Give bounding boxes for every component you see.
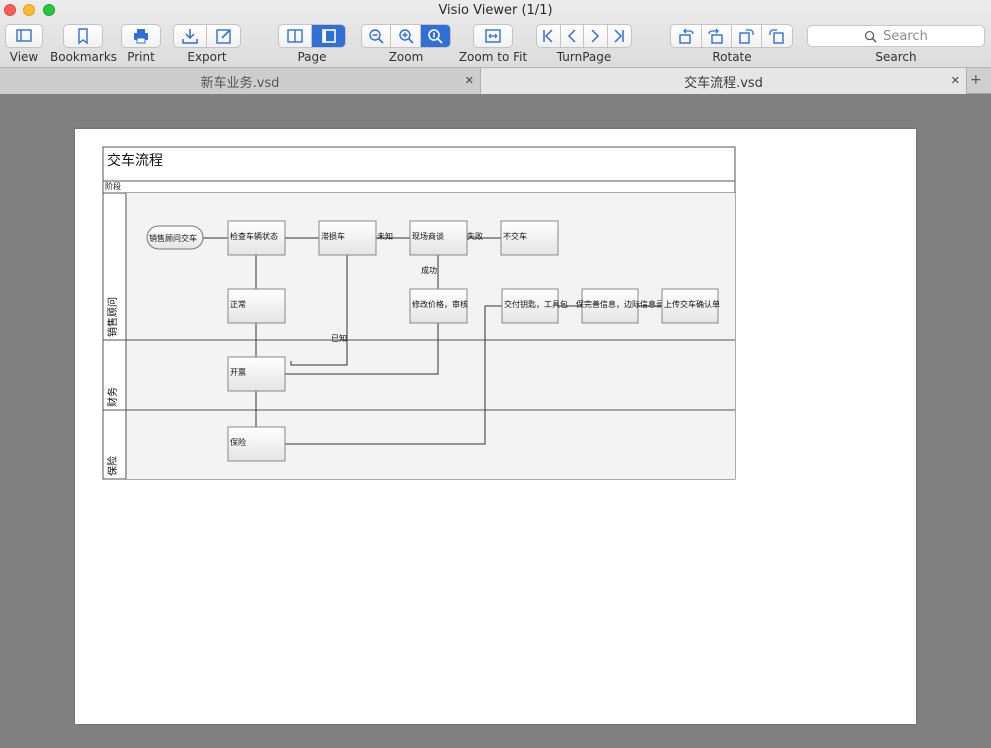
view-button[interactable]: [5, 24, 43, 48]
bookmark-icon: [78, 28, 88, 45]
printer-icon: [134, 29, 148, 44]
rotate-page-right-button[interactable]: [762, 25, 792, 47]
view-label: View: [9, 50, 39, 64]
phase-label: 阶段: [105, 181, 121, 191]
zoom-out-icon: [369, 29, 384, 44]
node-modify-label: 修改价格，审核: [412, 299, 468, 309]
export-group: [173, 24, 241, 48]
node-no-delivery-label: 不交车: [503, 231, 527, 241]
page-group: [278, 24, 346, 48]
node-start-label: 销售顾问交车: [149, 233, 197, 243]
node-insurance-label: 保险: [230, 437, 246, 447]
zoom-group: [361, 24, 451, 48]
edge-label-success: 成功: [421, 265, 437, 275]
zoom-in-button[interactable]: [391, 25, 421, 47]
node-upload-label: 上传交车确认单: [664, 299, 720, 309]
page-double-button[interactable]: [279, 25, 313, 47]
flowchart-diagram: 交车流程 阶段 销售顾问 财务 保险 销售顾问交车 检查车辆状态 滞损车 现场商…: [102, 146, 736, 480]
close-tab-icon[interactable]: ✕: [465, 74, 474, 87]
rotate-page-left-button[interactable]: [732, 25, 762, 47]
rotate-group: [670, 24, 793, 48]
search-icon: [865, 30, 877, 43]
export-edit-button[interactable]: [207, 25, 240, 47]
node-negotiate-label: 现场商谈: [412, 231, 444, 241]
zoom-in-icon: [398, 29, 414, 44]
chevron-left-icon: [567, 29, 576, 43]
export-label: Export: [187, 50, 227, 64]
bookmarks-label: Bookmarks: [50, 50, 118, 64]
edge-label-known: 已知: [331, 333, 347, 343]
document-page: 交车流程 阶段 销售顾问 财务 保险 销售顾问交车 检查车辆状态 滞损车 现场商…: [75, 129, 916, 724]
fit-width-icon: [485, 29, 501, 43]
zoom-to-fit-button[interactable]: [473, 24, 513, 48]
two-page-icon: [287, 29, 303, 43]
previous-page-button[interactable]: [561, 25, 584, 47]
download-icon: [182, 29, 198, 44]
node-perfect-label: 保完善信息，边际信息录: [576, 299, 664, 309]
print-button[interactable]: [121, 24, 161, 48]
edge-label-unknown: 未知: [377, 231, 393, 241]
print-label: Print: [127, 50, 155, 64]
add-tab-button[interactable]: +: [970, 72, 982, 88]
tab-label: 交车流程.vsd: [684, 75, 763, 91]
node-invoice-label: 开票: [230, 368, 246, 377]
first-page-button[interactable]: [537, 25, 561, 47]
lane-label-finance: 财务: [106, 387, 119, 407]
search-field[interactable]: Search: [807, 25, 985, 47]
tab-document-2[interactable]: 交车流程.vsd ✕: [481, 68, 967, 94]
node-normal-label: 正常: [230, 300, 246, 309]
window-title: Visio Viewer (1/1): [438, 3, 553, 18]
first-page-icon: [543, 29, 553, 43]
rotate-left-button[interactable]: [671, 25, 702, 47]
diagram-title: 交车流程: [107, 152, 163, 169]
rotate-right-icon: [708, 28, 723, 44]
rotate-page-left-icon: [739, 29, 754, 44]
search-placeholder: Search: [883, 28, 928, 44]
bookmarks-button[interactable]: [63, 24, 103, 48]
lane-label-insurance: 保险: [106, 456, 119, 476]
last-page-button[interactable]: [608, 25, 631, 47]
turnpage-group: [536, 24, 632, 48]
zoom-to-fit-label: Zoom to Fit: [458, 50, 528, 64]
document-tabs: 新车业务.vsd ✕ 交车流程.vsd ✕ +: [0, 68, 991, 94]
node-keys-label: 交付钥匙，工具包: [504, 299, 568, 309]
zoom-label: Zoom: [388, 50, 424, 64]
rotate-label: Rotate: [712, 50, 752, 64]
document-viewport[interactable]: 交车流程 阶段 销售顾问 财务 保险 销售顾问交车 检查车辆状态 滞损车 现场商…: [0, 95, 991, 748]
turnpage-label: TurnPage: [556, 50, 612, 64]
last-page-icon: [614, 29, 624, 43]
zoom-actual-icon: [428, 29, 443, 44]
page-single-button[interactable]: [312, 25, 345, 47]
chevron-right-icon: [591, 29, 600, 43]
rotate-right-button[interactable]: [702, 25, 732, 47]
close-tab-icon[interactable]: ✕: [951, 74, 960, 87]
search-label: Search: [875, 50, 917, 64]
tab-document-1[interactable]: 新车业务.vsd ✕: [0, 68, 481, 94]
sidebar-icon: [16, 29, 32, 42]
page-label: Page: [297, 50, 327, 64]
zoom-out-button[interactable]: [362, 25, 392, 47]
node-stale-label: 滞损车: [321, 231, 345, 241]
single-page-icon: [321, 29, 336, 43]
tab-label: 新车业务.vsd: [200, 75, 280, 91]
rotate-left-icon: [679, 28, 694, 44]
next-page-button[interactable]: [584, 25, 608, 47]
export-download-button[interactable]: [174, 25, 208, 47]
zoom-actual-button[interactable]: [420, 25, 450, 47]
node-check-label: 检查车辆状态: [230, 231, 278, 241]
lane-label-sales: 销售顾问: [106, 297, 119, 337]
edit-icon: [215, 29, 231, 44]
rotate-page-right-icon: [769, 29, 784, 44]
window-chrome: Visio Viewer (1/1) View Bookmarks Print …: [0, 0, 991, 68]
edge-label-fail: 失败: [467, 231, 483, 241]
